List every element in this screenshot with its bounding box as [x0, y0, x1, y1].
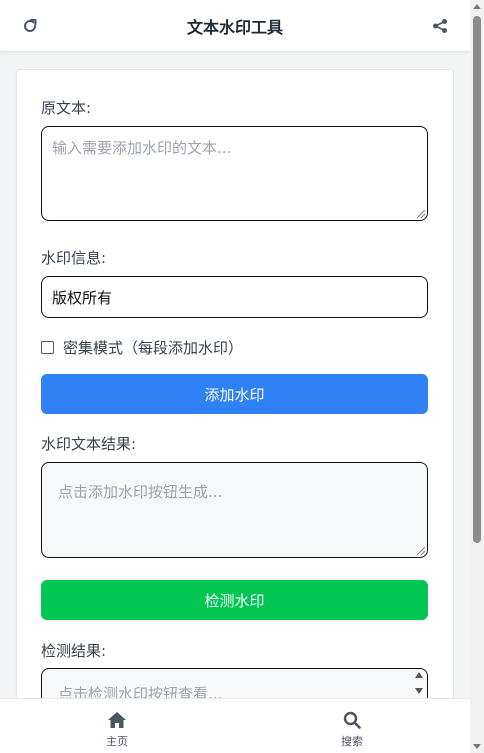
detect-watermark-button[interactable]: 检测水印 — [41, 580, 428, 620]
share-icon[interactable] — [430, 16, 450, 36]
nav-home[interactable]: 主页 — [87, 711, 147, 749]
bottom-nav: 主页 搜索 — [0, 698, 470, 753]
dense-mode-checkbox[interactable] — [41, 341, 54, 354]
result-textarea[interactable]: 点击添加水印按钮生成... — [41, 462, 428, 558]
app-header: 文本水印工具 — [0, 0, 470, 52]
watermark-info-value: 版权所有 — [52, 289, 113, 307]
page-scrollbar[interactable] — [470, 0, 484, 753]
original-text-input[interactable]: 输入需要添加水印的文本... — [41, 126, 428, 221]
watermark-info-label: 水印信息: — [41, 249, 107, 267]
scroll-up-icon[interactable] — [473, 4, 481, 9]
nav-home-label: 主页 — [106, 735, 128, 748]
add-watermark-button[interactable]: 添加水印 — [41, 374, 428, 414]
nav-search[interactable]: 搜索 — [322, 711, 382, 749]
detect-watermark-label: 检测水印 — [204, 591, 265, 610]
scrollbar-thumb[interactable] — [473, 16, 481, 543]
page-title: 文本水印工具 — [186, 17, 283, 37]
resize-handle[interactable] — [417, 210, 425, 218]
detect-result-label: 检测结果: — [41, 642, 107, 660]
result-label: 水印文本结果: — [41, 435, 137, 453]
dense-mode-option[interactable]: 密集模式（每段添加水印） — [41, 337, 243, 358]
refresh-icon[interactable] — [20, 16, 40, 36]
original-text-label: 原文本: — [41, 99, 92, 117]
search-icon — [343, 711, 361, 729]
detect-result-stepper[interactable] — [413, 672, 425, 698]
scroll-down-icon[interactable] — [473, 744, 481, 749]
dense-mode-label: 密集模式（每段添加水印） — [63, 339, 244, 357]
nav-search-label: 搜索 — [341, 735, 363, 748]
stepper-up-icon[interactable] — [415, 672, 423, 678]
original-text-placeholder: 输入需要添加水印的文本... — [52, 139, 232, 157]
add-watermark-label: 添加水印 — [204, 385, 265, 404]
stepper-down-icon[interactable] — [415, 688, 423, 694]
watermark-info-input[interactable]: 版权所有 — [41, 276, 428, 318]
home-icon — [108, 712, 126, 728]
resize-handle[interactable] — [417, 547, 425, 555]
result-placeholder: 点击添加水印按钮生成... — [58, 483, 223, 501]
